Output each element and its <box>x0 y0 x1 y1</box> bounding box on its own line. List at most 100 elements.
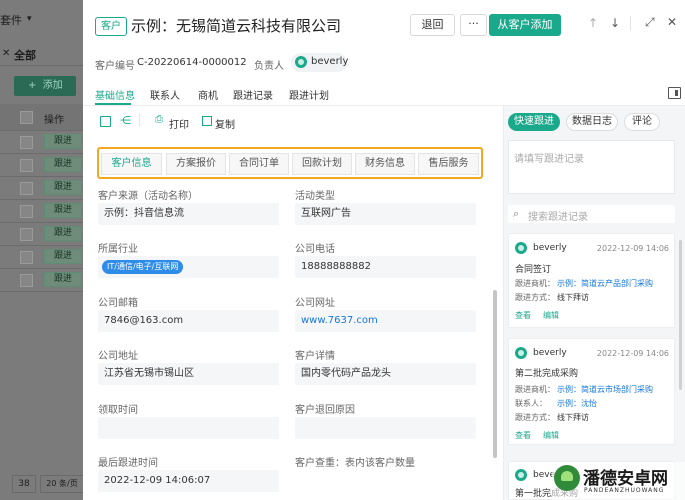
subtab-after-sales[interactable]: 售后服务 <box>418 153 479 175</box>
industry-tag: IT/通信/电子/互联网 <box>102 260 184 274</box>
subtab-payment-plan[interactable]: 回款计划 <box>292 153 352 175</box>
plus-icon: + <box>28 80 37 91</box>
checkbox[interactable] <box>20 205 33 218</box>
follow-search-input[interactable]: ⌕ 搜索跟进记录 <box>508 205 675 223</box>
copy-button[interactable]: 复制 <box>215 116 235 131</box>
row-follow-button[interactable]: 跟进 <box>44 249 82 264</box>
avatar <box>515 242 527 254</box>
close-icon[interactable]: ✕ <box>2 48 10 59</box>
card-line-link[interactable]: 示例：沈怡 <box>557 398 597 409</box>
checkbox[interactable] <box>20 159 33 172</box>
checkbox[interactable] <box>20 251 33 264</box>
background-list-page: 套件 ▾ ✕ 全部 + 添加 操作 跟进 跟进 跟进 跟进 跟进 跟进 跟进 38 20 条… <box>0 0 83 500</box>
owner-name: beverly <box>311 56 349 67</box>
industry-label: 所属行业 <box>98 244 138 255</box>
tab-quick-follow[interactable]: 快速跟进 <box>508 113 560 131</box>
watermark-text: 潘德安卓网 <box>583 469 668 489</box>
android-logo <box>554 465 580 491</box>
row-follow-button[interactable]: 跟进 <box>44 180 82 195</box>
industry-field: IT/通信/电子/互联网 <box>98 256 279 278</box>
owner-chip[interactable]: beverly <box>291 53 349 72</box>
row-follow-button[interactable]: 跟进 <box>44 134 82 149</box>
back-button[interactable]: 退回 <box>410 14 455 36</box>
detail-value: 国内零代码产品龙头 <box>295 363 476 385</box>
bg-page-count[interactable]: 38 <box>12 475 36 493</box>
card-line-label: 跟进方式： <box>515 293 555 302</box>
checkbox[interactable] <box>20 228 33 241</box>
follow-record-textarea[interactable]: 请填写跟进记录 <box>508 140 675 194</box>
website-label: 公司网址 <box>295 298 335 309</box>
return-reason-label: 客户退回原因 <box>295 405 355 416</box>
checkbox[interactable] <box>20 274 33 287</box>
card-line-link[interactable]: 示例：简道云市场部门采购 <box>557 384 653 395</box>
tab-follow-plans[interactable]: 跟进计划 <box>289 87 329 102</box>
checkbox[interactable] <box>20 111 33 124</box>
comment-icon[interactable] <box>100 116 111 127</box>
tab-comments[interactable]: 评论 <box>624 113 660 131</box>
close-icon[interactable]: ✕ <box>667 15 677 29</box>
page-title: 示例：无锡简道云科技有限公司 <box>131 17 342 35</box>
tab-follow-records[interactable]: 跟进记录 <box>233 87 273 102</box>
bg-add-button[interactable]: + 添加 <box>14 76 76 96</box>
add-from-customer-button[interactable]: 从客户添加 <box>489 14 561 36</box>
arrow-down-icon[interactable]: ↓ <box>610 16 620 30</box>
arrow-up-icon[interactable]: ↑ <box>588 16 598 30</box>
main-scrollbar[interactable] <box>493 290 497 458</box>
more-button[interactable]: ··· <box>460 14 487 36</box>
card-line-link[interactable]: 示例：简道云产品部门采购 <box>557 278 653 289</box>
tab-data-log[interactable]: 数据日志 <box>566 113 618 131</box>
bg-pagination: 38 20 条/页 <box>0 466 83 500</box>
table-row: 跟进 <box>0 246 83 269</box>
table-row: 跟进 <box>0 223 83 246</box>
expand-icon[interactable]: ⤢ <box>645 15 655 30</box>
tab-contacts[interactable]: 联系人 <box>150 87 180 102</box>
table-row: 跟进 <box>0 269 83 292</box>
row-follow-button[interactable]: 跟进 <box>44 226 82 241</box>
copy-icon[interactable] <box>202 116 212 126</box>
card-line-value: 线下拜访 <box>557 413 589 422</box>
subtab-contract-orders[interactable]: 合同订单 <box>229 153 289 175</box>
bg-table-header: 操作 <box>0 104 83 131</box>
row-follow-button[interactable]: 跟进 <box>44 157 82 172</box>
subtab-customer-info[interactable]: 客户信息 <box>101 153 162 175</box>
last-follow-label: 最后跟进时间 <box>98 458 158 469</box>
owner-label: 负责人 <box>254 61 284 72</box>
checkbox[interactable] <box>20 182 33 195</box>
checkbox[interactable] <box>20 136 33 149</box>
tab-opportunities[interactable]: 商机 <box>198 87 218 102</box>
card-view-button[interactable]: 查看 <box>515 310 531 321</box>
card-line-label: 联系人： <box>515 399 547 408</box>
card-time: 2022-12-09 14:06 <box>596 349 669 358</box>
card-edit-button[interactable]: 编辑 <box>543 430 559 441</box>
share-icon[interactable]: ⋲ <box>120 114 131 127</box>
table-row: 跟进 <box>0 177 83 200</box>
duplicate-check-label: 客户查重：表内该客户数量 <box>295 458 415 469</box>
detail-label: 客户详情 <box>295 351 335 362</box>
bg-filter-label: 全部 <box>14 49 36 62</box>
tab-basic-info[interactable]: 基础信息 <box>95 87 135 102</box>
subtab-finance-info[interactable]: 财务信息 <box>355 153 415 175</box>
avatar <box>295 56 307 68</box>
customer-badge: 客户 <box>95 17 127 36</box>
card-line-label: 跟进方式： <box>515 413 555 422</box>
print-button[interactable]: 打印 <box>169 116 189 131</box>
card-edit-button[interactable]: 编辑 <box>543 310 559 321</box>
avatar <box>515 347 527 359</box>
email-label: 公司邮箱 <box>98 298 138 309</box>
row-follow-button[interactable]: 跟进 <box>44 203 82 218</box>
row-follow-button[interactable]: 跟进 <box>44 272 82 287</box>
watermark: 潘德安卓网 PANDEANZHUOWANG <box>552 462 685 500</box>
print-icon[interactable]: ⎙ <box>155 114 163 125</box>
chevron-down-icon[interactable]: ▾ <box>27 14 32 24</box>
subtab-quotation[interactable]: 方案报价 <box>166 153 226 175</box>
website-link[interactable]: www.7637.com <box>295 310 476 332</box>
panel-toggle-icon[interactable] <box>668 87 681 99</box>
search-placeholder: 搜索跟进记录 <box>528 212 588 223</box>
activity-type-label: 活动类型 <box>295 191 335 202</box>
bg-page-size[interactable]: 20 条/页 <box>40 475 83 493</box>
side-scrollbar[interactable] <box>679 240 682 390</box>
avatar <box>515 469 527 481</box>
search-icon: ⌕ <box>513 207 520 220</box>
card-view-button[interactable]: 查看 <box>515 430 531 441</box>
claim-time-label: 领取时间 <box>98 405 138 416</box>
